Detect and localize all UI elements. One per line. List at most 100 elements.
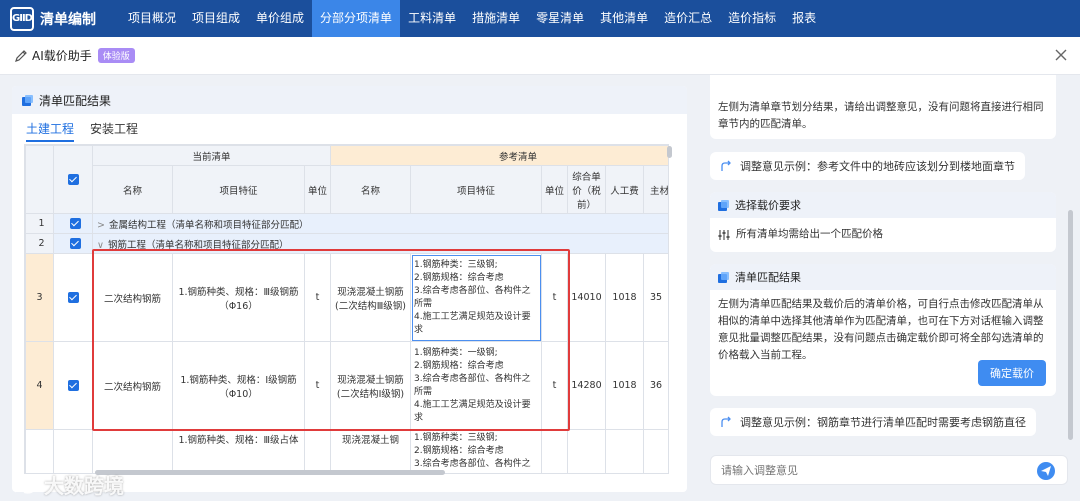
ref-name[interactable]: 现浇混凝土钢 xyxy=(330,429,412,473)
row-select[interactable] xyxy=(53,213,93,234)
row-select[interactable] xyxy=(53,341,93,430)
row-checkbox[interactable] xyxy=(69,238,81,249)
nav-item-project-composition[interactable]: 项目组成 xyxy=(184,0,248,37)
confirm-price-button[interactable]: 确定载价 xyxy=(978,360,1046,386)
send-icon[interactable] xyxy=(1037,462,1055,480)
labor-cost: 1018 xyxy=(605,253,645,342)
col-ref-unit-header: 单位 xyxy=(541,165,569,214)
col-unit-header: 单位 xyxy=(303,165,332,214)
row-select[interactable] xyxy=(53,429,93,473)
app-title: 清单编制 xyxy=(40,11,96,28)
chat-scrollbar[interactable] xyxy=(1068,210,1073,440)
ref-feature-line: 1.钢筋种类：三级钢; xyxy=(414,259,498,270)
requirement-text: 所有清单均需给出一个匹配价格 xyxy=(736,228,883,240)
item-feature: 1.钢筋种类、规格：Ⅲ级钢筋（Φ16） xyxy=(172,253,305,342)
nav-item-bill-of-quantities[interactable]: 分部分项清单 xyxy=(312,0,401,37)
card-title: 清单匹配结果 xyxy=(735,271,801,284)
ai-assistant-bar: AI载价助手 体验版 xyxy=(0,37,1080,75)
card-body-text: 左侧为清单匹配结果及载价后的清单价格，可自行点击修改匹配清单从相似的清单中选择其… xyxy=(718,298,1044,361)
table-horizontal-scrollbar[interactable] xyxy=(95,470,445,475)
price-requirement-card: 选择载价要求 所有清单均需给出一个匹配价格 xyxy=(710,192,1056,252)
col-ref-name-header: 名称 xyxy=(330,165,412,214)
ref-feature-line: 2.钢筋规格：综合考虑 xyxy=(414,446,504,456)
tab-installation-works[interactable]: 安装工程 xyxy=(90,120,138,142)
group-label-cell: ∨ 钢筋工程（清单名称和项目特征部分匹配） xyxy=(91,233,668,254)
cube-icon xyxy=(22,94,33,106)
table-row[interactable]: 1.钢筋种类、规格：Ⅲ级占体 现浇混凝土钢 1.钢筋种类：三级钢; 2.钢筋规格… xyxy=(25,429,668,473)
table-row[interactable]: 3 二次结构钢筋 1.钢筋种类、规格：Ⅲ级钢筋（Φ16） t 现浇混凝土钢筋(二… xyxy=(25,253,668,342)
unit-price: 14280 xyxy=(567,341,607,430)
row-index: 2 xyxy=(25,233,54,254)
ai-assistant-title: AI载价助手 xyxy=(32,49,92,63)
ref-name[interactable]: 现浇混凝土钢筋(二次结构Ⅲ级钢) xyxy=(330,253,412,342)
material-cost: 35 xyxy=(643,253,668,342)
adjustment-input[interactable] xyxy=(721,463,1021,477)
row-index: 3 xyxy=(25,253,54,342)
table-row-group[interactable]: 1 > 金属结构工程（清单名称和项目特征部分匹配） xyxy=(25,213,668,234)
table-row-group[interactable]: 2 ∨ 钢筋工程（清单名称和项目特征部分匹配） xyxy=(25,233,668,254)
item-feature: 1.钢筋种类、规格：Ⅰ级钢筋（Φ10） xyxy=(172,341,305,430)
nav-item-project-overview[interactable]: 项目概况 xyxy=(120,0,184,37)
row-checkbox[interactable] xyxy=(67,292,79,303)
nav-item-reports[interactable]: 报表 xyxy=(784,0,824,37)
item-name: 二次结构钢筋 xyxy=(92,253,173,342)
ref-feature[interactable]: 1.钢筋种类：三级钢; 2.钢筋规格：综合考虑 3.综合考虑各部位、各构件之 xyxy=(410,429,543,473)
group-label-cell: > 金属结构工程（清单名称和项目特征部分匹配） xyxy=(91,213,668,234)
row-select[interactable] xyxy=(53,253,93,342)
chevron-right-icon[interactable]: > xyxy=(97,220,105,231)
item-unit xyxy=(303,429,332,473)
card-body: 所有清单均需给出一个匹配价格 xyxy=(710,218,1056,249)
table-row[interactable]: 4 二次结构钢筋 1.钢筋种类、规格：Ⅰ级钢筋（Φ10） t 现浇混凝土钢筋(二… xyxy=(25,341,668,430)
col-ref-feature-header: 项目特征 xyxy=(410,165,543,214)
nav-item-sporadic[interactable]: 零星清单 xyxy=(528,0,592,37)
row-checkbox[interactable] xyxy=(67,380,79,391)
adjust-example-tip[interactable]: 调整意见示例：参考文件中的地砖应该划分到楼地面章节 xyxy=(710,152,1025,180)
col-labor-header: 人工费 xyxy=(605,165,645,214)
redo-arrow-icon xyxy=(721,416,731,427)
chevron-down-icon[interactable]: ∨ xyxy=(97,240,104,251)
row-checkbox[interactable] xyxy=(69,218,81,229)
col-material-header: 主材 xyxy=(643,165,668,214)
ref-feature[interactable]: 1.钢筋种类：一级钢; 2.钢筋规格：综合考虑 3.综合考虑各部位、各构件之所需… xyxy=(410,341,543,430)
app-logo[interactable]: GIID 清单编制 xyxy=(0,0,120,37)
col-index-header xyxy=(25,145,54,214)
row-index: 1 xyxy=(25,213,54,234)
row-select[interactable] xyxy=(53,233,93,254)
close-icon[interactable] xyxy=(1054,48,1068,62)
logo-mark: GIID xyxy=(10,6,34,31)
col-select-header[interactable] xyxy=(53,145,93,214)
main-nav: 项目概况 项目组成 单价组成 分部分项清单 工料清单 措施清单 零星清单 其他清… xyxy=(120,0,824,37)
card-header: 清单匹配结果 xyxy=(710,264,1056,290)
ref-unit: t xyxy=(541,341,569,430)
item-unit: t xyxy=(303,253,332,342)
labor-cost: 1018 xyxy=(605,341,645,430)
ref-feature-line: 2.钢筋规格：综合考虑 xyxy=(414,360,504,371)
nav-item-measures[interactable]: 措施清单 xyxy=(464,0,528,37)
group-current-header: 当前清单 xyxy=(91,145,332,166)
table-vertical-scrollbar[interactable] xyxy=(667,146,672,158)
row-index: 4 xyxy=(25,341,54,430)
sliders-icon xyxy=(718,229,730,240)
adjust-example-tip[interactable]: 调整意见示例：钢筋章节进行清单匹配时需要考虑钢筋直径 xyxy=(710,408,1036,436)
ref-name[interactable]: 现浇混凝土钢筋(二次结构Ⅰ级钢) xyxy=(330,341,412,430)
ref-feature-line: 1.钢筋种类：三级钢; xyxy=(414,433,498,443)
nav-item-cost-index[interactable]: 造价指标 xyxy=(720,0,784,37)
ref-feature-line: 1.钢筋种类：一级钢; xyxy=(414,347,498,358)
unit-price: 14010 xyxy=(567,253,607,342)
select-all-checkbox[interactable] xyxy=(67,174,79,185)
watermark-logo-icon xyxy=(14,476,37,494)
card-title: 选择载价要求 xyxy=(735,199,801,212)
group-ref-header: 参考清单 xyxy=(330,145,668,166)
chat-message-card: 左侧为清单章节划分结果，请给出调整意见，没有问题将直接进行相同章节内的匹配清单。 xyxy=(710,75,1056,139)
nav-item-unit-price[interactable]: 单价组成 xyxy=(248,0,312,37)
tab-civil-works[interactable]: 土建工程 xyxy=(26,120,75,142)
nav-item-cost-summary[interactable]: 造价汇总 xyxy=(656,0,720,37)
panel-title: 清单匹配结果 xyxy=(39,93,112,108)
item-unit: t xyxy=(303,341,332,430)
col-price-header: 综合单价（税前） xyxy=(567,165,607,214)
nav-item-labor-material[interactable]: 工料清单 xyxy=(400,0,464,37)
ref-feature[interactable]: 1.钢筋种类：三级钢; 2.钢筋规格：综合考虑 3.综合考虑各部位、各构件之所需… xyxy=(410,253,543,342)
ref-feature-line: 4.施工工艺满足规范及设计要求 xyxy=(414,311,531,335)
nav-item-other[interactable]: 其他清单 xyxy=(592,0,656,37)
ref-feature-line: 3.综合考虑各部位、各构件之所需 xyxy=(414,373,531,397)
